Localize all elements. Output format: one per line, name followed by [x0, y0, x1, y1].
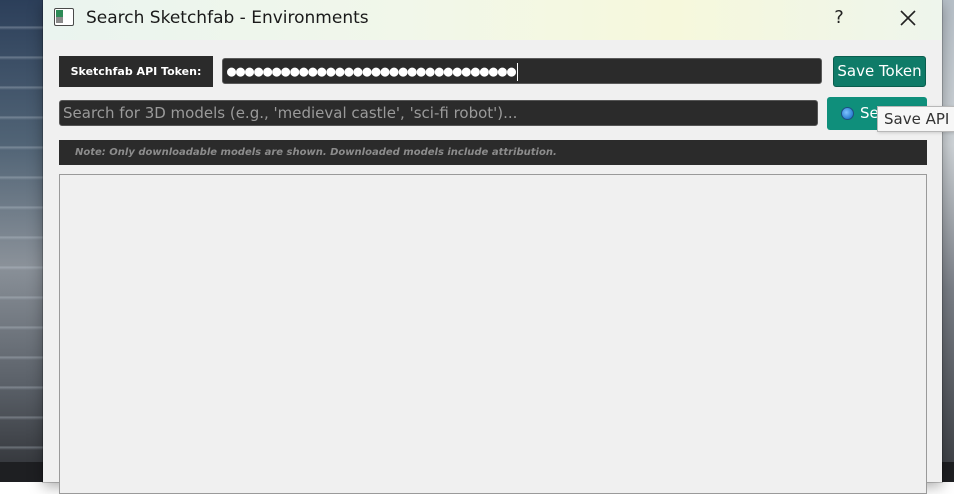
search-dialog: Search Sketchfab - Environments ? Sketch… — [43, 0, 942, 494]
api-token-masked-value: ●●●●●●●●●●●●●●●●●●●●●●●●●●●●●●●● — [227, 62, 516, 80]
text-caret — [516, 62, 518, 81]
save-token-tooltip: Save API Token — [877, 106, 954, 132]
attribution-note: Note: Only downloadable models are shown… — [59, 140, 927, 165]
close-icon — [900, 10, 916, 26]
search-input[interactable]: Search for 3D models (e.g., 'medieval ca… — [59, 100, 818, 126]
save-token-button[interactable]: Save Token — [833, 56, 926, 87]
close-button[interactable] — [891, 4, 925, 32]
results-list[interactable] — [59, 174, 927, 494]
api-token-input[interactable]: ●●●●●●●●●●●●●●●●●●●●●●●●●●●●●●●● — [222, 58, 822, 84]
app-window-icon — [54, 8, 74, 26]
api-token-label: Sketchfab API Token: — [59, 56, 213, 87]
background-scene-left — [0, 0, 44, 482]
title-bar[interactable]: Search Sketchfab - Environments ? — [43, 0, 942, 40]
help-button[interactable]: ? — [823, 4, 855, 32]
magnifier-icon — [841, 107, 854, 120]
background-scene-right — [940, 0, 954, 482]
window-title: Search Sketchfab - Environments — [86, 8, 369, 28]
